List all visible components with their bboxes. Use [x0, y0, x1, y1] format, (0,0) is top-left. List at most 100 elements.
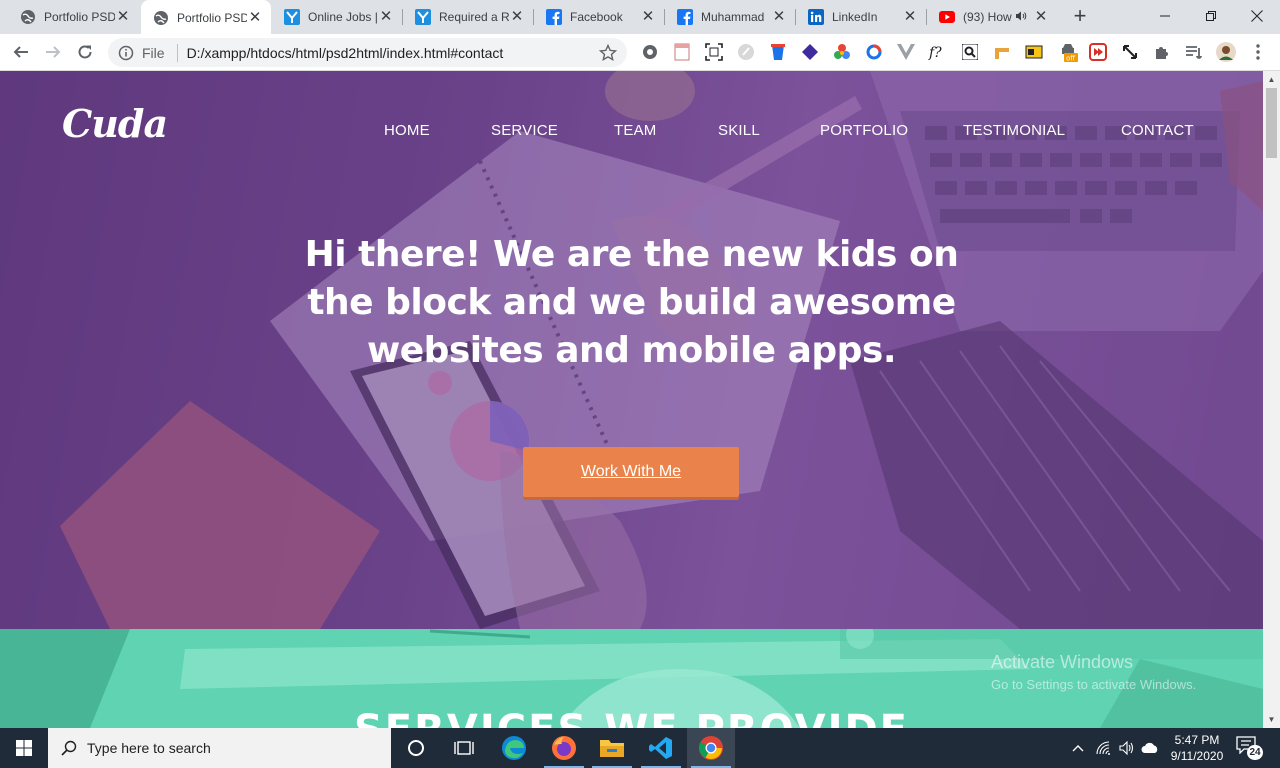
youtube-icon	[939, 9, 955, 25]
tab-required-a[interactable]: Required a R ✕	[403, 0, 533, 34]
tab-facebook[interactable]: Facebook ✕	[534, 0, 664, 34]
browser-toolbar: File D:/xampp/htdocs/html/psd2html/index…	[0, 34, 1280, 71]
font-finder-icon[interactable]: f?	[928, 42, 948, 62]
media-extension-icon[interactable]	[1088, 42, 1108, 62]
settings-gear-extension-icon[interactable]	[640, 42, 660, 62]
bookmark-star-icon[interactable]	[599, 43, 617, 62]
task-view-icon[interactable]	[440, 728, 488, 768]
reload-button[interactable]	[72, 39, 98, 65]
scrollbar-thumb[interactable]	[1266, 88, 1277, 158]
edge-icon[interactable]	[490, 728, 538, 768]
system-clock[interactable]: 5:47 PM 9/11/2020	[1162, 732, 1232, 764]
firefox-icon[interactable]	[540, 728, 588, 768]
watermark-line: Go to Settings to activate Windows.	[991, 677, 1197, 692]
extensions-puzzle-icon[interactable]	[1152, 42, 1172, 62]
profile-avatar[interactable]	[1216, 42, 1236, 62]
tab-online-jobs[interactable]: Online Jobs | ✕	[272, 0, 402, 34]
scroll-down-arrow-icon[interactable]: ▼	[1263, 711, 1280, 728]
site-logo[interactable]: Cuda	[62, 101, 168, 146]
ring-extension-icon[interactable]	[864, 42, 884, 62]
nav-team[interactable]: TEAM	[614, 122, 656, 139]
close-tab-icon[interactable]: ✕	[640, 9, 656, 25]
work-with-me-button[interactable]: Work With Me	[523, 447, 739, 497]
tab-muhammad[interactable]: Muhammad ✕	[665, 0, 795, 34]
tab-title: (93) How	[963, 10, 1012, 24]
nav-testimonial[interactable]: TESTIMONIAL	[963, 122, 1065, 139]
tab-portfolio-psd-active[interactable]: Portfolio PSD ✕	[141, 0, 271, 35]
vscode-icon[interactable]	[637, 728, 685, 768]
vue-devtools-icon[interactable]	[896, 42, 916, 62]
nav-home[interactable]: HOME	[384, 122, 430, 139]
facebook-icon	[546, 9, 562, 25]
address-bar[interactable]: File D:/xampp/htdocs/html/psd2html/index…	[108, 38, 627, 67]
search-placeholder: Type here to search	[87, 740, 211, 756]
close-tab-icon[interactable]: ✕	[771, 9, 787, 25]
ruler-extension-icon[interactable]	[992, 42, 1012, 62]
globe-icon	[20, 9, 36, 25]
wifi-icon[interactable]	[1094, 738, 1114, 758]
tab-strip: Portfolio PSD ✕ Portfolio PSD ✕ Online J…	[0, 0, 1280, 35]
onedrive-cloud-icon[interactable]	[1140, 738, 1160, 758]
close-icon	[1251, 10, 1263, 22]
color-picker-extension-icon[interactable]	[832, 42, 852, 62]
tab-linkedin[interactable]: LinkedIn ✕	[796, 0, 926, 34]
forward-button[interactable]	[40, 39, 66, 65]
file-explorer-icon[interactable]	[588, 728, 636, 768]
close-tab-icon[interactable]: ✕	[115, 9, 131, 25]
restore-button[interactable]	[1188, 0, 1234, 32]
new-tab-button[interactable]: +	[1068, 5, 1092, 29]
minimize-button[interactable]	[1142, 0, 1188, 32]
speaker-icon[interactable]	[1015, 11, 1027, 24]
tab-portfolio-psd-1[interactable]: Portfolio PSD ✕	[8, 0, 139, 34]
bucket-extension-icon[interactable]	[768, 42, 788, 62]
start-button[interactable]	[0, 728, 48, 768]
search-icon	[61, 740, 77, 756]
chrome-icon[interactable]	[687, 728, 735, 768]
reload-icon	[78, 45, 92, 59]
nav-service[interactable]: SERVICE	[491, 122, 558, 139]
screenshot-extension-icon[interactable]	[704, 42, 724, 62]
address-separator	[176, 43, 178, 62]
scroll-up-arrow-icon[interactable]: ▲	[1263, 71, 1280, 88]
card-extension-icon[interactable]	[1024, 42, 1044, 62]
page-viewport: Cuda HOME SERVICE TEAM SKILL PORTFOLIO T…	[0, 71, 1263, 728]
expand-arrows-icon[interactable]	[1120, 42, 1140, 62]
tab-title: Online Jobs |	[308, 10, 378, 24]
search-extension-icon[interactable]	[960, 42, 980, 62]
nav-contact[interactable]: CONTACT	[1121, 122, 1194, 139]
url-text[interactable]: D:/xampp/htdocs/html/psd2html/index.html…	[187, 45, 599, 61]
close-tab-icon[interactable]: ✕	[247, 9, 263, 26]
close-window-button[interactable]	[1234, 0, 1280, 32]
cortana-icon[interactable]	[392, 728, 440, 768]
close-tab-icon[interactable]: ✕	[1033, 9, 1049, 25]
nav-portfolio[interactable]: PORTFOLIO	[820, 122, 908, 139]
close-tab-icon[interactable]: ✕	[509, 9, 525, 25]
hero-section: Cuda HOME SERVICE TEAM SKILL PORTFOLIO T…	[0, 71, 1263, 629]
action-center-button[interactable]: 24	[1236, 736, 1264, 760]
tab-title: LinkedIn	[832, 10, 878, 24]
watermark-line: Activate Windows	[991, 652, 1134, 672]
clock-time: 5:47 PM	[1174, 733, 1220, 747]
chevron-up-icon[interactable]	[1068, 738, 1088, 758]
adblock-off-extension-icon[interactable]: off	[1058, 42, 1078, 62]
globe-icon	[153, 10, 169, 26]
page-scrollbar[interactable]: ▲ ▼	[1263, 71, 1280, 728]
linkedin-icon	[808, 9, 824, 25]
tab-youtube[interactable]: (93) How ✕	[927, 0, 1057, 34]
diamond-extension-icon[interactable]	[800, 42, 820, 62]
notes-extension-icon[interactable]	[672, 42, 692, 62]
close-tab-icon[interactable]: ✕	[902, 9, 918, 25]
forward-arrow-icon	[46, 46, 61, 58]
info-icon[interactable]	[118, 45, 134, 61]
menu-kebab-icon[interactable]	[1248, 42, 1268, 62]
nav-skill[interactable]: SKILL	[718, 122, 760, 139]
upwork-y-icon	[284, 9, 300, 25]
close-tab-icon[interactable]: ✕	[378, 9, 394, 25]
back-button[interactable]	[8, 39, 34, 65]
taskbar-search-box[interactable]: Type here to search	[48, 728, 391, 768]
tab-title: Muhammad	[701, 10, 765, 24]
grammar-extension-icon[interactable]	[736, 42, 756, 62]
volume-icon[interactable]	[1117, 738, 1137, 758]
scheme-label: File	[142, 44, 165, 61]
media-queue-icon[interactable]	[1184, 42, 1204, 62]
